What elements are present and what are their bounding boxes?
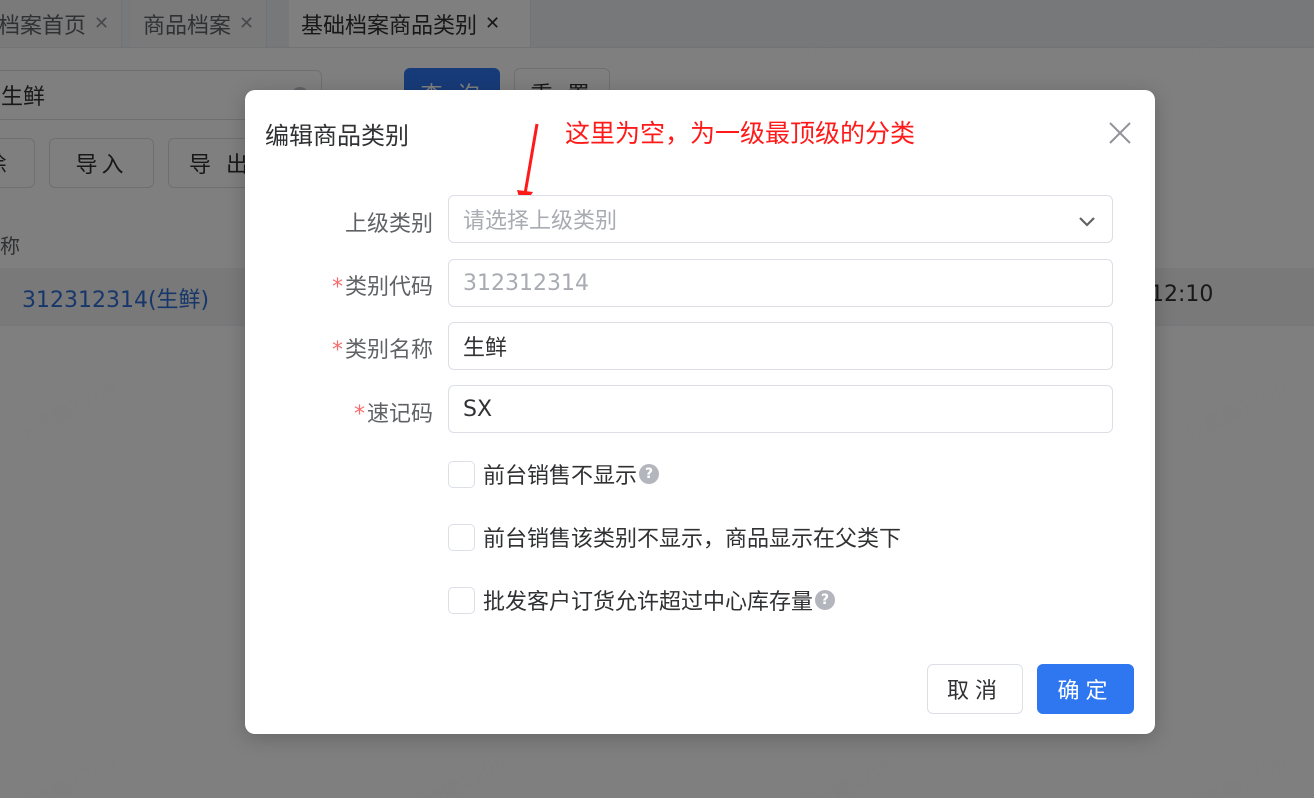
checkbox-allow-over-stock[interactable]: 批发客户订货允许超过中心库存量 ? (448, 584, 836, 616)
field-value: 312312314 (463, 270, 589, 296)
category-name-field[interactable]: 生鲜 (448, 322, 1113, 370)
checkbox[interactable] (448, 523, 475, 551)
field-value: SX (463, 396, 493, 422)
help-icon[interactable]: ? (639, 464, 660, 484)
close-icon[interactable] (1107, 120, 1133, 146)
category-code-field: 312312314 (448, 259, 1113, 307)
checkbox-show-under-parent[interactable]: 前台销售该类别不显示，商品显示在父类下 (448, 521, 901, 553)
checkbox[interactable] (448, 586, 475, 614)
cancel-button[interactable]: 取消 (927, 664, 1023, 714)
confirm-button[interactable]: 确定 (1037, 664, 1134, 714)
checkbox-label: 前台销售该类别不显示，商品显示在父类下 (483, 527, 902, 552)
required-mark: * (331, 338, 343, 363)
chevron-down-icon (1079, 217, 1095, 227)
field-value: 生鲜 (463, 336, 508, 361)
dialog-title: 编辑商品类别 (265, 122, 409, 150)
checkbox-label: 批发客户订货允许超过中心库存量 (483, 590, 814, 615)
parent-category-select[interactable]: 请选择上级类别 (448, 195, 1113, 243)
category-name-label: *类别名称 (263, 332, 433, 364)
checkbox[interactable] (448, 460, 475, 488)
required-mark: * (353, 402, 365, 427)
label-text: 类别代码 (344, 275, 433, 300)
checkbox-label: 前台销售不显示 (483, 464, 638, 489)
label-text: 速记码 (366, 402, 433, 427)
shortcode-label: *速记码 (263, 396, 433, 428)
select-placeholder: 请选择上级类别 (463, 209, 618, 234)
category-code-label: *类别代码 (263, 269, 433, 301)
checkbox-hide-in-pos[interactable]: 前台销售不显示 ? (448, 458, 660, 490)
edit-category-dialog: 编辑商品类别 这里为空，为一级最顶级的分类 上级类别 请选择上级类别 *类别代码… (245, 90, 1155, 734)
label-text: 上级类别 (344, 212, 433, 237)
parent-category-label: 上级类别 (263, 206, 433, 238)
help-icon[interactable]: ? (815, 590, 836, 610)
shortcode-field[interactable]: SX (448, 385, 1113, 433)
label-text: 类别名称 (344, 338, 433, 363)
required-mark: * (331, 275, 343, 300)
annotation-note: 这里为空，为一级最顶级的分类 (565, 119, 916, 148)
